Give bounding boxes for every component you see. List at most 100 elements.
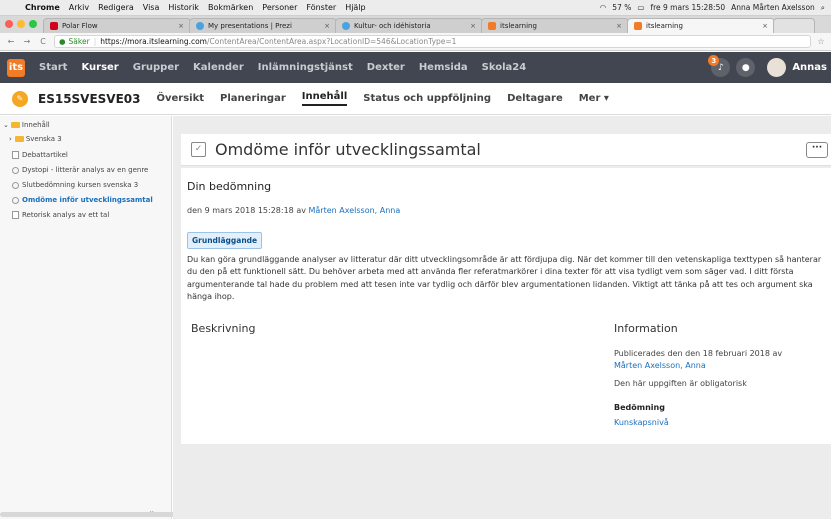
assessment-value-wrap: Kunskapsnivå (614, 417, 669, 429)
assessment-value-link[interactable]: Kunskapsnivå (614, 418, 669, 427)
document-icon (12, 211, 19, 219)
folder-icon (10, 122, 20, 128)
menu-bokmarken[interactable]: Bokmärken (208, 3, 253, 12)
publisher-link[interactable]: Mårten Axelsson, Anna (614, 361, 706, 370)
nav-dexter[interactable]: Dexter (367, 62, 405, 73)
tree-folder-label: Svenska 3 (25, 135, 62, 143)
menu-hjalp[interactable]: Hjälp (345, 3, 365, 12)
itslearning-logo[interactable]: its (7, 58, 25, 77)
address-bar: ← → C ● Säker | https://mora.itslearning… (0, 33, 831, 51)
forward-icon[interactable]: → (22, 37, 32, 46)
menu-personer[interactable]: Personer (262, 3, 297, 12)
tree-item-label: Slutbedömning kursen svenska 3 (22, 181, 139, 189)
reload-icon[interactable]: C (38, 37, 48, 46)
assignment-icon (12, 166, 19, 174)
tab-status[interactable]: Status och uppföljning (363, 93, 491, 104)
menu-chrome[interactable]: Chrome (25, 3, 60, 12)
url-field[interactable]: ● Säker | https://mora.itslearning.com /… (54, 35, 811, 48)
avatar[interactable] (767, 58, 787, 77)
close-tab-icon[interactable]: × (762, 22, 768, 30)
tab-oversikt[interactable]: Översikt (157, 93, 205, 104)
nav-kurser[interactable]: Kurser (81, 62, 118, 73)
browser-tab[interactable]: My presentations | Prezi × (189, 18, 337, 33)
tree-root-label: Innehåll (21, 121, 50, 129)
messages-button[interactable]: ● (736, 58, 756, 77)
folder-icon (14, 136, 24, 142)
nav-inlamningstjanst[interactable]: Inlämningstjänst (258, 62, 353, 73)
tree-item-label: Omdöme inför utvecklingssamtal (22, 196, 153, 204)
menu-historik[interactable]: Historik (168, 3, 199, 12)
back-icon[interactable]: ← (6, 37, 16, 46)
menu-arkiv[interactable]: Arkiv (69, 3, 89, 12)
more-options-button[interactable]: ··· (806, 142, 828, 158)
tree-item-debattartikel[interactable]: Debattartikel (12, 151, 68, 159)
assessment-comment: Du kan göra grundläggande analyser av li… (187, 255, 822, 301)
tree-item-dystopi[interactable]: Dystopi - litterär analys av en genre (12, 166, 148, 174)
new-tab-button[interactable] (773, 18, 815, 33)
prezi-favicon-icon (196, 22, 204, 30)
nav-start[interactable]: Start (39, 62, 67, 73)
close-tab-icon[interactable]: × (616, 22, 622, 30)
tab-deltagare[interactable]: Deltagare (507, 93, 563, 104)
nav-kalender[interactable]: Kalender (193, 62, 244, 73)
clock[interactable]: fre 9 mars 15:28:50 (650, 3, 725, 12)
spotlight-icon[interactable]: ⌕ (821, 3, 825, 13)
chevron-right-icon[interactable]: › (9, 135, 12, 143)
assessor-link[interactable]: Mårten Axelsson, Anna (309, 206, 401, 215)
tree-item-label: Dystopi - litterär analys av en genre (22, 166, 149, 174)
menu-user[interactable]: Anna Mårten Axelsson (731, 3, 815, 12)
menu-redigera[interactable]: Redigera (98, 3, 134, 12)
tab-mer[interactable]: Mer ▾ (579, 93, 609, 104)
macos-menu-bar: Chrome Arkiv Redigera Visa Historik Bokm… (0, 0, 831, 16)
tree-root[interactable]: ⌄ Innehåll (3, 121, 50, 129)
page-title: Omdöme inför utvecklingssamtal (215, 140, 481, 159)
battery-icon[interactable]: ▭ (637, 3, 644, 12)
user-name[interactable]: Annas (792, 62, 827, 73)
tab-label: Polar Flow (62, 22, 98, 30)
tab-label: itslearning (500, 22, 537, 30)
close-tab-icon[interactable]: × (178, 22, 184, 30)
lock-icon: ● (59, 37, 66, 46)
information-heading: Information (614, 322, 678, 335)
url-path: /ContentArea/ContentArea.aspx?LocationID… (207, 37, 457, 46)
battery-percent[interactable]: 57 % (612, 3, 631, 12)
notifications-button[interactable]: 3 ♪ (708, 55, 731, 77)
bookmark-star-icon[interactable]: ☆ (811, 37, 831, 46)
menu-fonster[interactable]: Fönster (306, 3, 336, 12)
nav-hemsida[interactable]: Hemsida (419, 62, 468, 73)
assignment-check-icon: ✓ (191, 142, 206, 157)
description-heading: Beskrivning (191, 322, 256, 335)
tab-planeringar[interactable]: Planeringar (220, 93, 286, 104)
tab-label: Kultur- och idéhistoria (354, 22, 431, 30)
tab-innehall[interactable]: Innehåll (301, 91, 348, 106)
grade-badge: Grundläggande (187, 232, 263, 249)
tree-item-label: Retorisk analys av ett tal (22, 211, 110, 219)
nav-grupper[interactable]: Grupper (133, 62, 179, 73)
date-text: den 9 mars 2018 15:28:18 av (187, 206, 306, 215)
published-text: Publicerades den den 18 februari 2018 av (614, 349, 783, 358)
chat-icon: ● (741, 62, 750, 73)
nav-skola24[interactable]: Skola24 (482, 62, 527, 73)
tree-item-omdome-selected[interactable]: Omdöme inför utvecklingssamtal (12, 196, 153, 204)
close-tab-icon[interactable]: × (324, 22, 330, 30)
wifi-icon[interactable]: ◠ (600, 3, 607, 12)
browser-tab[interactable]: Polar Flow × (43, 18, 191, 33)
published-info: Publicerades den den 18 februari 2018 av… (614, 348, 782, 372)
close-window-icon[interactable] (5, 20, 13, 28)
tree-folder-svenska3[interactable]: › Svenska 3 (9, 135, 62, 143)
tree-item-retorisk[interactable]: Retorisk analys av ett tal (12, 211, 109, 219)
tree-item-slutbedomning[interactable]: Slutbedömning kursen svenska 3 (12, 181, 138, 189)
menu-visa[interactable]: Visa (143, 3, 160, 12)
assessment-heading: Din bedömning (187, 180, 272, 193)
minimize-window-icon[interactable] (17, 20, 25, 28)
tab-label: itslearning (646, 22, 683, 30)
browser-tab-active[interactable]: itslearning × (627, 18, 775, 33)
course-code[interactable]: ES15SVESVE03 (38, 92, 141, 106)
close-tab-icon[interactable]: × (470, 22, 476, 30)
content-tree-sidebar: ⌄ Innehåll › Svenska 3 Debattartikel Dys… (0, 116, 172, 519)
chevron-down-icon[interactable]: ⌄ (3, 121, 9, 129)
browser-tab[interactable]: itslearning × (481, 18, 629, 33)
browser-tab-bar: Polar Flow × My presentations | Prezi × Ku… (0, 16, 831, 33)
maximize-window-icon[interactable] (29, 20, 37, 28)
browser-tab[interactable]: Kultur- och idéhistoria × (335, 18, 483, 33)
